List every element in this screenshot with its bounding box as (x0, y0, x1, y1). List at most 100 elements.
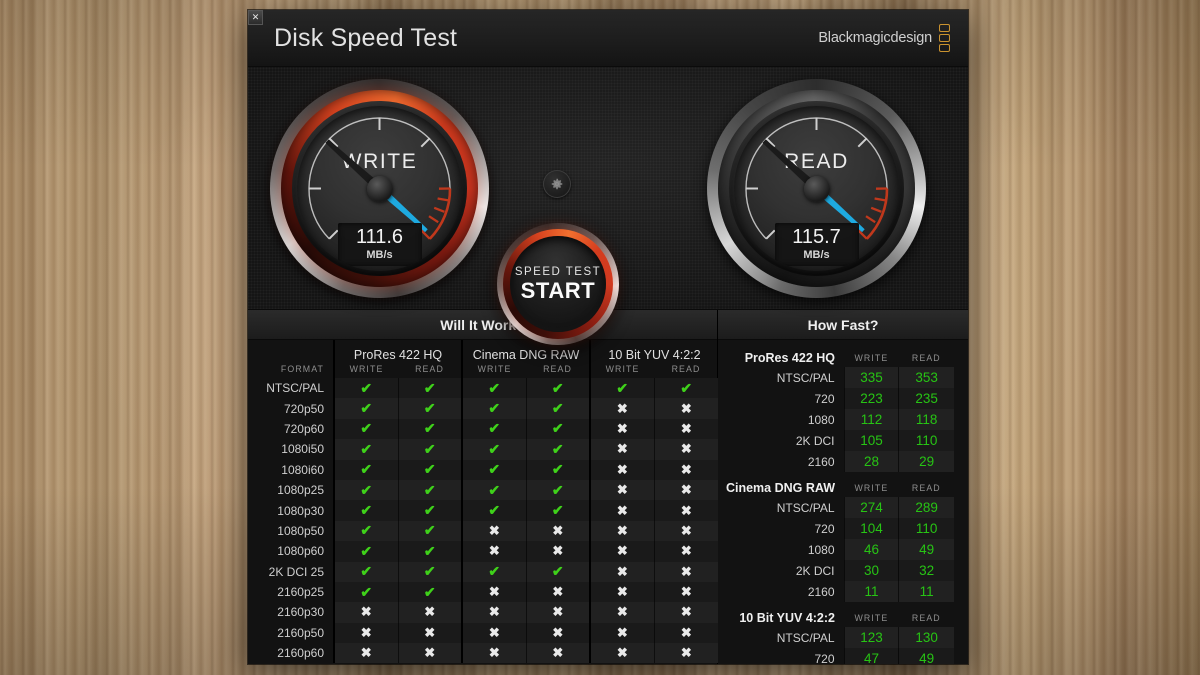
format-label: 2K DCI (795, 563, 835, 578)
table-row: 720p60 ✔ ✔ ✔ ✔ ✖ ✖ (248, 418, 719, 440)
support-cross-icon: ✖ (589, 602, 655, 623)
write-speed-value: 104 (843, 518, 899, 539)
format-label: NTSC/PAL (266, 381, 324, 396)
speed-test-start-button[interactable]: SPEED TEST START (497, 223, 619, 345)
support-cross-icon: ✖ (589, 398, 655, 419)
table-row: 1080i60 ✔ ✔ ✔ ✔ ✖ ✖ (248, 459, 719, 480)
table-row: 1080 46 49 (718, 539, 968, 560)
table-row: 2160 11 11 (718, 581, 968, 602)
blackmagic-mark-icon (939, 24, 950, 52)
format-label: NTSC/PAL (776, 630, 835, 645)
spacer-cell (954, 627, 968, 648)
support-cross-icon: ✖ (525, 602, 591, 623)
will-it-work-table: FORMAT ProRes 422 HQ Cinema DNG RAW 10 B… (248, 340, 719, 664)
read-speed-value: 49 (898, 539, 954, 560)
read-speed-value: 32 (898, 560, 954, 581)
support-check-icon: ✔ (397, 459, 463, 480)
spacer-cell (954, 518, 968, 539)
disk-speed-test-window: ✕ Disk Speed Test Blackmagicdesign WRITE… (248, 10, 968, 664)
table-row: 2K DCI 30 32 (718, 560, 968, 581)
cinemadng-write-header: WRITE (461, 363, 527, 378)
support-cross-icon: ✖ (589, 541, 655, 562)
format-label: 720 (814, 521, 835, 536)
codec-group-header: 10 Bit YUV 4:2:2 WRITE READ (718, 602, 968, 627)
format-label: 1080 (807, 412, 835, 427)
support-cross-icon: ✖ (397, 602, 463, 623)
support-check-icon: ✔ (461, 398, 527, 419)
codec-header-prores: ProRes 422 HQ (332, 340, 463, 363)
support-check-icon: ✔ (397, 561, 463, 582)
format-label: 2160p60 (277, 646, 324, 661)
support-cross-icon: ✖ (589, 643, 655, 664)
support-check-icon: ✔ (525, 378, 591, 399)
support-check-icon: ✔ (525, 439, 591, 460)
read-speed-value: 11 (898, 581, 954, 602)
prores-read-header: READ (415, 364, 444, 374)
codec-header-row: FORMAT ProRes 422 HQ Cinema DNG RAW 10 B… (248, 340, 719, 374)
codec-name: Cinema DNG RAW (725, 481, 836, 495)
prores-write-header: WRITE (333, 363, 398, 378)
support-check-icon: ✔ (333, 500, 398, 521)
table-row: 1080p25 ✔ ✔ ✔ ✔ ✖ ✖ (248, 479, 719, 501)
support-cross-icon: ✖ (461, 643, 527, 664)
settings-button[interactable] (543, 170, 571, 198)
write-speed-value: 28 (843, 451, 899, 472)
support-cross-icon: ✖ (653, 541, 719, 562)
support-check-icon: ✔ (333, 520, 398, 542)
support-cross-icon: ✖ (653, 439, 719, 460)
support-check-icon: ✔ (525, 561, 591, 582)
support-cross-icon: ✖ (589, 520, 655, 542)
table-row: 720 47 49 (718, 648, 968, 664)
table-row: 2K DCI 105 110 (718, 430, 968, 451)
format-label: 2160p30 (277, 605, 324, 620)
format-label: 1080p25 (277, 483, 324, 498)
support-check-icon: ✔ (653, 378, 719, 399)
support-check-icon: ✔ (461, 378, 527, 399)
support-check-icon: ✔ (397, 520, 463, 542)
read-speed-value: 235 (898, 388, 954, 409)
read-speed-value: 118 (898, 409, 954, 430)
write-speed-value: 335 (843, 367, 899, 388)
read-gauge-hub (803, 175, 830, 202)
support-cross-icon: ✖ (333, 602, 398, 623)
format-label: 2160 (807, 454, 835, 469)
how-fast-table: ProRes 422 HQ WRITE READ NTSC/PAL 335 353 720 2… (718, 342, 968, 664)
support-check-icon: ✔ (461, 459, 527, 480)
support-cross-icon: ✖ (397, 622, 463, 644)
format-label: 720p50 (283, 401, 324, 416)
format-label: 1080i60 (281, 462, 324, 477)
spacer-cell (954, 430, 968, 451)
yuv-write-header: WRITE (589, 363, 655, 378)
format-label: 2K DCI 25 (268, 564, 324, 579)
table-row: 720 223 235 (718, 388, 968, 409)
codec-name: 10 Bit YUV 4:2:2 (739, 611, 836, 625)
support-cross-icon: ✖ (589, 418, 655, 440)
yuv-read-header: READ (671, 364, 701, 374)
format-label: NTSC/PAL (776, 500, 835, 515)
how-fast-panel: How Fast? ProRes 422 HQ WRITE READ NTSC/PAL… (718, 310, 968, 664)
support-cross-icon: ✖ (525, 520, 591, 542)
close-icon[interactable]: ✕ (248, 10, 263, 25)
write-speed-value: 223 (843, 388, 899, 409)
support-check-icon: ✔ (333, 398, 398, 419)
support-cross-icon: ✖ (653, 581, 719, 603)
table-row: 2160p30 ✖ ✖ ✖ ✖ ✖ ✖ (248, 602, 719, 623)
write-speed-value: 123 (843, 627, 899, 648)
codec-header-yuv: 10 Bit YUV 4:2:2 (589, 340, 719, 363)
support-check-icon: ✔ (397, 500, 463, 521)
support-cross-icon: ✖ (589, 459, 655, 480)
write-unit: MB/s (366, 249, 393, 261)
codec-name: ProRes 422 HQ (744, 351, 836, 365)
table-row: 1080p50 ✔ ✔ ✖ ✖ ✖ ✖ (248, 520, 719, 542)
codec-group-header: Cinema DNG RAW WRITE READ (718, 472, 968, 497)
will-it-work-body: NTSC/PAL ✔ ✔ ✔ ✔ ✔ ✔ 720p50 ✔ ✔ ✔ ✔ ✖ ✖ 720p60 ✔ ✔ ✔ ✔ ✖ ✖ 10… (248, 378, 719, 664)
spacer-cell (954, 581, 968, 602)
spacer-cell (954, 409, 968, 430)
support-cross-icon: ✖ (589, 439, 655, 460)
support-check-icon: ✔ (397, 581, 463, 603)
support-check-icon: ✔ (589, 378, 655, 399)
support-cross-icon: ✖ (525, 581, 591, 603)
spacer-cell (954, 451, 968, 472)
start-button-subtitle: SPEED TEST (514, 265, 602, 278)
write-gauge-face: WRITE 111.6 MB/s (297, 106, 462, 271)
